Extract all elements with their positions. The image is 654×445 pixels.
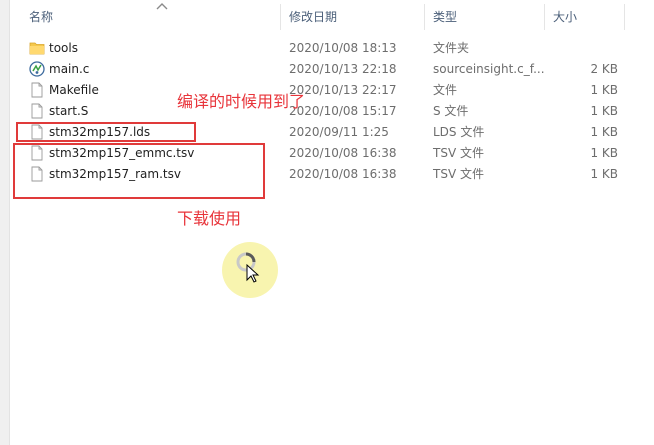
column-divider[interactable] [424,4,425,30]
file-type: LDS 文件 [433,125,485,139]
file-type: 文件 [433,83,458,97]
source-file-icon [29,61,45,77]
file-date: 2020/10/13 22:17 [289,83,397,97]
file-name[interactable]: main.c [49,59,89,80]
file-date: 2020/10/08 18:13 [289,41,397,55]
file-icon [31,82,43,98]
file-date: 2020/10/08 15:17 [289,104,397,118]
file-row-makefile[interactable]: Makefile 2020/10/13 22:17 文件 1 KB [0,80,654,101]
file-date: 2020/10/08 16:38 [289,146,397,160]
column-divider[interactable] [624,4,625,30]
file-type: TSV 文件 [433,146,484,160]
file-type: sourceinsight.c_f... [433,62,545,76]
busy-cursor-icon [236,252,260,283]
file-size: 2 KB [590,62,618,76]
file-type: 文件夹 [433,41,470,55]
file-size: 1 KB [590,146,618,160]
folder-icon [29,42,45,55]
annotation-box-lds [16,122,196,142]
file-name[interactable]: start.S [49,101,88,122]
file-icon [31,103,43,119]
file-size: 1 KB [590,83,618,97]
annotation-note-lds: 编译的时候用到了 [177,92,306,111]
file-date: 2020/09/11 1:25 [289,125,389,139]
file-name[interactable]: Makefile [49,80,99,101]
file-date: 2020/10/08 16:38 [289,167,397,181]
annotation-note-tsv: 下载使用 [177,209,242,228]
file-date: 2020/10/13 22:18 [289,62,397,76]
column-header-name[interactable]: 名称 [29,0,53,34]
file-type: TSV 文件 [433,167,484,181]
file-size: 1 KB [590,167,618,181]
sort-up-icon [156,3,168,10]
file-name[interactable]: tools [49,38,78,59]
column-divider[interactable] [544,4,545,30]
column-header-size[interactable]: 大小 [553,0,577,34]
file-size: 1 KB [590,125,618,139]
file-row-main-c[interactable]: main.c 2020/10/13 22:18 sourceinsight.c_… [0,59,654,80]
column-divider[interactable] [280,4,281,30]
annotation-box-tsv [13,143,265,199]
file-size: 1 KB [590,104,618,118]
column-header-bar: 名称 修改日期 类型 大小 [10,0,654,34]
file-row-tools[interactable]: tools 2020/10/08 18:13 文件夹 [0,38,654,59]
column-header-date[interactable]: 修改日期 [289,0,337,34]
file-row-start-s[interactable]: start.S 2020/10/08 15:17 S 文件 1 KB [0,101,654,122]
column-header-type[interactable]: 类型 [433,0,457,34]
file-type: S 文件 [433,104,469,118]
